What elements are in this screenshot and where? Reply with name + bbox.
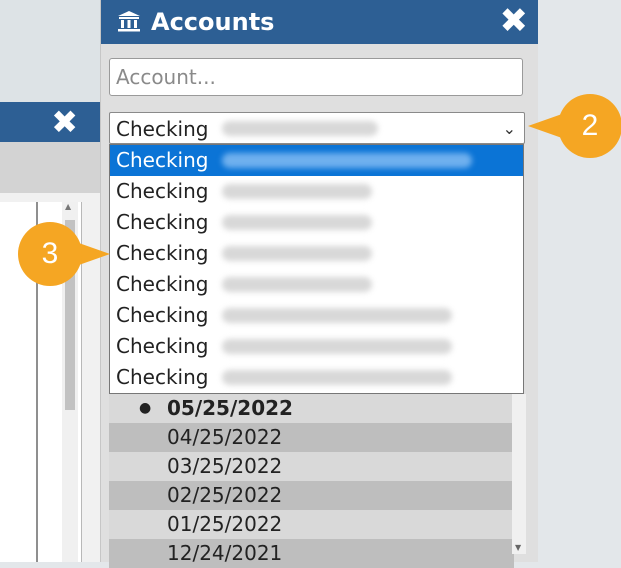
panel-title: Accounts <box>151 8 275 36</box>
redacted-account-number <box>222 277 372 292</box>
date-row[interactable]: 12/24/2021 <box>109 539 514 568</box>
option-label: Checking <box>116 365 209 389</box>
scroll-up-icon[interactable]: ▲ <box>65 202 71 211</box>
date-row[interactable]: 04/25/2022 <box>109 423 514 452</box>
option-label: Checking <box>116 241 209 265</box>
callout-pointer <box>528 114 562 138</box>
dropdown-option[interactable]: Checking <box>110 238 523 269</box>
background-band <box>0 0 100 102</box>
close-icon[interactable]: ✖ <box>500 2 529 40</box>
callout-badge-3: 3 <box>18 222 82 286</box>
option-label: Checking <box>116 334 209 358</box>
accounts-titlebar: Accounts ✖ <box>101 0 538 44</box>
scroll-down-icon[interactable]: ▼ <box>515 543 521 552</box>
dropdown-option[interactable]: Checking <box>110 145 523 176</box>
statement-date-list: ● 05/25/2022 04/25/2022 03/25/2022 02/25… <box>109 394 514 568</box>
account-dropdown-list: Checking Checking Checking Checking Chec… <box>109 144 524 394</box>
redacted-account-number <box>222 246 372 261</box>
background-window-titlebar: ✖ <box>0 102 100 142</box>
date-label: 05/25/2022 <box>167 396 293 420</box>
option-label: Checking <box>116 272 209 296</box>
dropdown-option[interactable]: Checking <box>110 362 523 393</box>
date-row[interactable]: ● 05/25/2022 <box>109 394 514 423</box>
redacted-account-number <box>222 153 472 168</box>
dropdown-option[interactable]: Checking <box>110 269 523 300</box>
account-search-input[interactable] <box>109 58 523 96</box>
redacted-account-number <box>222 339 452 354</box>
option-label: Checking <box>116 303 209 327</box>
accounts-panel: Accounts ✖ Checking ⌄ Checking Checking … <box>100 0 538 568</box>
close-icon[interactable]: ✖ <box>51 104 78 140</box>
dropdown-option[interactable]: Checking <box>110 176 523 207</box>
background-window-toolbar <box>0 142 100 193</box>
date-label: 04/25/2022 <box>167 425 283 449</box>
redacted-account-number <box>222 308 452 323</box>
date-row[interactable]: 03/25/2022 <box>109 452 514 481</box>
date-list-scrollbar[interactable]: ▼ <box>512 394 526 554</box>
redacted-account-number <box>222 184 372 199</box>
redacted-account-number <box>222 121 378 136</box>
date-label: 01/25/2022 <box>167 512 283 536</box>
date-label: 12/24/2021 <box>167 541 283 565</box>
account-select-value: Checking <box>116 117 209 141</box>
dropdown-option[interactable]: Checking <box>110 207 523 238</box>
date-label: 03/25/2022 <box>167 454 283 478</box>
date-row[interactable]: 02/25/2022 <box>109 481 514 510</box>
date-row[interactable]: 01/25/2022 <box>109 510 514 539</box>
option-label: Checking <box>116 148 209 172</box>
dropdown-option[interactable]: Checking <box>110 300 523 331</box>
dropdown-option[interactable]: Checking <box>110 331 523 362</box>
background-window: ✖ ▲ <box>0 102 100 562</box>
option-label: Checking <box>116 210 209 234</box>
account-select[interactable]: Checking ⌄ <box>109 112 525 144</box>
chevron-down-icon[interactable]: ⌄ <box>503 116 516 142</box>
redacted-account-number <box>222 215 372 230</box>
date-label: 02/25/2022 <box>167 483 283 507</box>
current-marker: ● <box>139 400 152 416</box>
callout-badge-2: 2 <box>558 94 621 158</box>
redacted-account-number <box>222 370 452 385</box>
bank-icon <box>118 11 140 32</box>
option-label: Checking <box>116 179 209 203</box>
